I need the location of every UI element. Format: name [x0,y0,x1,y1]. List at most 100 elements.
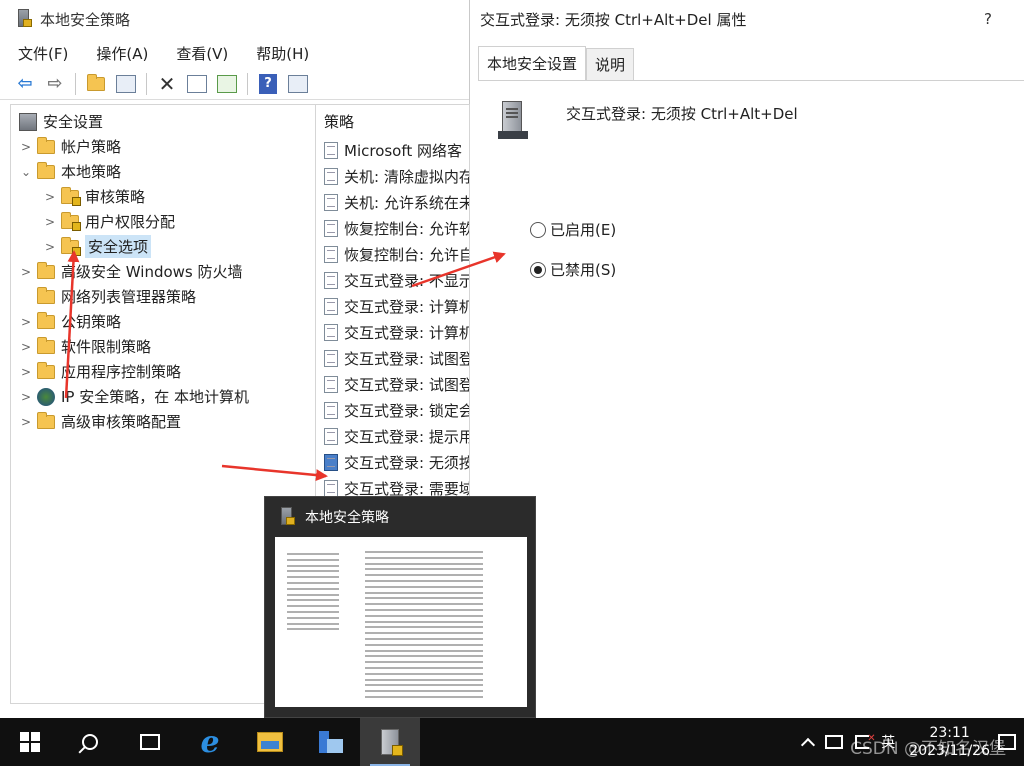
thumbnail-text-line [365,632,483,635]
thumbnail-text-line [365,626,483,629]
tree-item-firewall[interactable]: > 高级安全 Windows 防火墙 [11,259,315,284]
policy-server-icon [498,101,528,141]
tree-item-public-key[interactable]: > 公钥策略 [11,309,315,334]
chevron-right-icon[interactable]: > [19,340,33,354]
up-folder-icon[interactable] [83,72,109,96]
disabled-radio-option[interactable]: 已禁用(S) [530,259,616,280]
start-button[interactable] [0,718,60,766]
volume-tray-button[interactable] [849,733,876,749]
clock[interactable]: 23:11 2023/11/26 [901,724,998,760]
policy-row[interactable]: 交互式登录: 试图登 [316,371,469,397]
enabled-radio[interactable] [530,221,546,238]
policy-column-header[interactable]: 策略 [316,105,469,137]
chevron-right-icon[interactable]: > [43,215,57,229]
chevron-right-icon[interactable]: > [19,265,33,279]
taskbar-thumbnail-preview[interactable]: 本地安全策略 [264,496,536,718]
locked-folder-icon [61,211,81,231]
policy-row[interactable]: 恢复控制台: 允许软 [316,215,469,241]
server-manager-button[interactable] [300,718,360,766]
dialog-help-button[interactable]: ? [984,10,992,28]
policy-row[interactable]: 交互式登录: 计算机 [316,293,469,319]
policy-row[interactable]: 关机: 清除虚拟内存 [316,163,469,189]
policy-name: 交互式登录: 无须按 Ctrl+Alt+Del [566,105,798,123]
chevron-right-icon[interactable]: > [19,415,33,429]
enabled-radio-option[interactable]: 已启用(E) [530,219,616,240]
tree-item-user-rights[interactable]: > 用户权限分配 [11,209,315,234]
internet-explorer-button[interactable]: e [180,718,240,766]
menu-file[interactable]: 文件(F) [14,41,72,66]
search-button[interactable] [60,718,120,766]
dialog-tabs: 本地安全设置 说明 [478,46,635,80]
delete-icon[interactable]: ✕ [154,72,180,96]
menu-view[interactable]: 查看(V) [172,41,232,66]
chevron-right-icon[interactable]: > [19,315,33,329]
policy-row[interactable]: 交互式登录: 无须按 [316,449,469,475]
policy-document-icon [324,167,338,185]
security-settings-icon [19,112,37,131]
policy-row[interactable]: 交互式登录: 提示用 [316,423,469,449]
task-view-button[interactable] [120,718,180,766]
policy-name-label: 交互式登录: 不显示 [344,271,470,290]
tree-item-account-policies[interactable]: > 帐户策略 [11,134,315,159]
policy-row[interactable]: Microsoft 网络客 [316,137,469,163]
thumbnail-text-line [287,593,339,596]
file-explorer-button[interactable] [240,718,300,766]
forward-arrow-icon[interactable]: ⇨ [42,72,68,96]
tree-item-audit-policy[interactable]: > 审核策略 [11,184,315,209]
chevron-down-icon[interactable]: ⌄ [19,165,33,179]
network-tray-button[interactable] [819,735,849,749]
tree-item-app-control[interactable]: > 应用程序控制策略 [11,359,315,384]
tree-item-advanced-audit[interactable]: > 高级审核策略配置 [11,409,315,434]
action-pane-icon[interactable] [285,72,311,96]
input-method-indicator[interactable]: 英 [875,732,901,752]
policy-name-label: 交互式登录: 锁定会 [344,401,470,420]
policy-name-label: 恢复控制台: 允许自 [344,245,470,264]
show-hidden-icons-button[interactable] [797,734,819,753]
help-icon[interactable]: ? [255,72,281,96]
notification-icon[interactable] [998,734,1016,750]
disabled-label: 已禁用(S) [550,261,617,279]
properties-icon[interactable] [184,72,210,96]
policy-row[interactable]: 交互式登录: 试图登 [316,345,469,371]
policy-name-label: 交互式登录: 试图登 [344,349,470,368]
taskbar: e 英 23:11 2023/11/26 [0,718,1024,766]
chevron-right-icon[interactable]: > [19,365,33,379]
chevron-right-icon[interactable]: > [19,390,33,404]
toolbar-separator [247,72,248,95]
chevron-right-icon[interactable]: > [19,140,33,154]
clock-date: 2023/11/26 [909,743,990,759]
thumbnail-text-line [365,609,483,611]
policy-row[interactable]: 交互式登录: 计算机 [316,319,469,345]
tree-item-security-options[interactable]: > 安全选项 [11,234,315,259]
policy-row[interactable]: 恢复控制台: 允许自 [316,241,469,267]
policy-document-icon [324,375,338,393]
thumbnail-text-line [365,580,483,582]
menu-action[interactable]: 操作(A) [92,41,152,66]
window-title-bar[interactable]: 本地安全策略 [0,0,469,38]
dialog-title-bar[interactable]: 交互式登录: 无须按 Ctrl+Alt+Del 属性 ? [470,0,1024,38]
back-arrow-icon[interactable]: ⇦ [12,72,38,96]
policy-row[interactable]: 关机: 允许系统在未 [316,189,469,215]
tab-explain[interactable]: 说明 [586,48,635,80]
desktop: 本地安全策略 文件(F) 操作(A) 查看(V) 帮助(H) ⇦ ⇨ ✕ ? 安… [0,0,1024,718]
speaker-muted-icon [855,733,876,749]
tree-item-ip-security[interactable]: > IP 安全策略，在 本地计算机 [11,384,315,409]
clock-time: 23:11 [929,725,970,741]
tree-item-network-list[interactable]: 网络列表管理器策略 [11,284,315,309]
tree-item-local-policies[interactable]: ⌄ 本地策略 [11,159,315,184]
menu-help[interactable]: 帮助(H) [252,41,313,66]
tree-item-security-settings[interactable]: 安全设置 [11,109,315,134]
enabled-label: 已启用(E) [550,221,617,239]
policy-row[interactable]: 交互式登录: 锁定会 [316,397,469,423]
thumbnail-text-line [365,690,483,693]
show-hide-tree-icon[interactable] [113,72,139,96]
tree-item-software-restriction[interactable]: > 软件限制策略 [11,334,315,359]
chevron-right-icon[interactable]: > [43,240,57,254]
policy-row[interactable]: 交互式登录: 不显示 [316,267,469,293]
local-security-policy-taskbar-button[interactable] [360,718,420,766]
export-list-icon[interactable] [214,72,240,96]
tab-local-security-setting[interactable]: 本地安全设置 [478,46,587,80]
disabled-radio[interactable] [530,261,546,278]
thumbnail-text-line [287,605,339,608]
chevron-right-icon[interactable]: > [43,190,57,204]
